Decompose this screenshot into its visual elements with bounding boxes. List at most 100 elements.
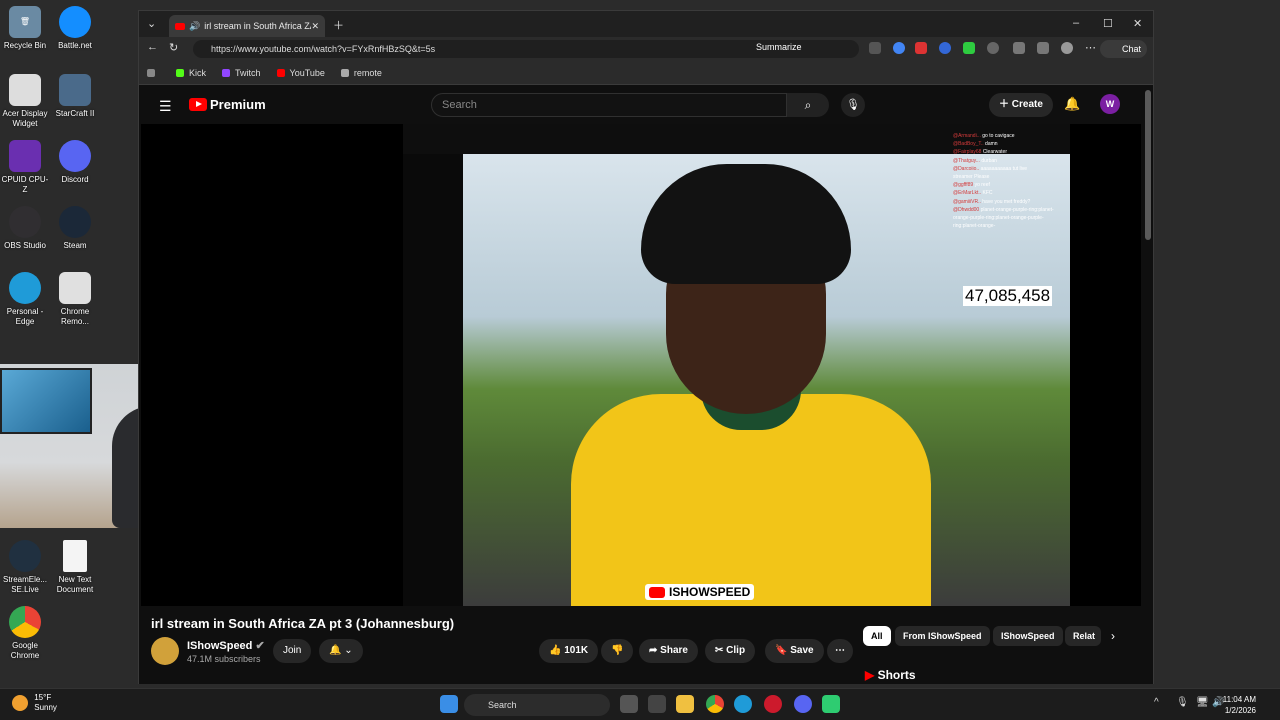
edge-icon bbox=[9, 272, 41, 304]
summarize-button[interactable]: Summarize bbox=[756, 42, 802, 52]
desktop-icon-label: Discord bbox=[61, 175, 89, 184]
minimize-icon[interactable]: – bbox=[1073, 17, 1079, 29]
weather-widget[interactable]: 15°F Sunny bbox=[12, 693, 57, 713]
chip-related[interactable]: Relat bbox=[1065, 626, 1101, 646]
chrome-icon[interactable] bbox=[706, 695, 724, 713]
extension-icon[interactable] bbox=[939, 42, 951, 54]
youtube-page: ☰ Premium Search ⌕ 🎙 ＋ Create 🔔 W @Arman… bbox=[139, 86, 1153, 684]
chip-ishowspeed[interactable]: IShowSpeed bbox=[993, 626, 1063, 646]
extension-icon[interactable] bbox=[963, 42, 975, 54]
task-view-icon[interactable] bbox=[620, 695, 638, 713]
extension-icon[interactable] bbox=[915, 42, 927, 54]
clip-button[interactable]: ✂ Clip bbox=[705, 639, 756, 663]
bookmarks-bar: Kick Twitch YouTube remote bbox=[139, 61, 1153, 85]
menu-icon[interactable]: ☰ bbox=[159, 98, 172, 115]
channel-avatar[interactable] bbox=[151, 637, 179, 665]
back-icon[interactable]: ← bbox=[147, 41, 158, 53]
extensions-puzzle-icon[interactable] bbox=[1013, 42, 1025, 54]
speaker-icon[interactable]: 🔊 bbox=[189, 21, 200, 32]
desktop-icon-chrome[interactable]: Google Chrome bbox=[0, 606, 50, 661]
desktop-icon-starcraft[interactable]: StarCraft II bbox=[50, 74, 100, 119]
chrome-remote-icon bbox=[59, 272, 91, 304]
shorts-heading: ▶ Shorts bbox=[865, 668, 916, 682]
taskbar: 15°F Sunny Search ^ 🎙 🖥 🔊 11:04 AM 1/2/2… bbox=[0, 688, 1280, 720]
desktop-icon-chrome-remote[interactable]: Chrome Remo... bbox=[50, 272, 100, 327]
chip-from-channel[interactable]: From IShowSpeed bbox=[895, 626, 990, 646]
chevron-right-icon[interactable]: › bbox=[1111, 629, 1115, 643]
desktop-icon-edge[interactable]: Personal - Edge bbox=[0, 272, 50, 327]
video-streamer bbox=[571, 164, 931, 606]
close-tab-icon[interactable]: ✕ bbox=[311, 21, 319, 32]
sun-icon bbox=[12, 695, 28, 711]
discord-icon bbox=[59, 140, 91, 172]
desktop-icon-battlenet[interactable]: Battle.net bbox=[50, 6, 100, 51]
chat-line: @ErMarLkt.. KFC bbox=[953, 190, 993, 197]
notifications-bell-icon[interactable]: 🔔 bbox=[1064, 96, 1080, 112]
youtube-play-icon bbox=[649, 586, 665, 598]
more-actions-button[interactable]: ⋯ bbox=[827, 639, 853, 663]
reload-icon[interactable]: ↻ bbox=[169, 41, 178, 54]
copilot-chat-button[interactable]: Chat bbox=[1099, 40, 1147, 58]
chat-line: @Darcoiio.. aaaaaaaaaaa tut live bbox=[953, 165, 1028, 172]
network-icon[interactable]: 🖥 bbox=[1196, 697, 1209, 708]
thumbs-down-icon: 👎 bbox=[611, 645, 624, 656]
join-button[interactable]: Join bbox=[273, 639, 312, 663]
favorites-icon[interactable] bbox=[1037, 42, 1049, 54]
bookmarks-icon[interactable] bbox=[147, 68, 160, 77]
subscription-bell-button[interactable]: 🔔 ⌄ bbox=[319, 639, 363, 663]
desktop-icon-label: OBS Studio bbox=[4, 241, 46, 250]
browser-tab[interactable]: 🔊 irl stream in South Africa ZA pt ✕ bbox=[169, 15, 325, 37]
create-button[interactable]: ＋ Create bbox=[989, 93, 1053, 117]
close-window-icon[interactable]: ✕ bbox=[1133, 17, 1142, 30]
bookmark-twitch[interactable]: Twitch bbox=[222, 68, 261, 78]
bookmark-kick[interactable]: Kick bbox=[176, 68, 206, 78]
desktop-icon-steam[interactable]: Steam bbox=[50, 206, 100, 251]
chat-line: @Thatguy... durban bbox=[953, 157, 997, 164]
extension-icon[interactable] bbox=[987, 42, 999, 54]
dislike-button[interactable]: 👎 bbox=[601, 639, 634, 663]
bookmark-youtube[interactable]: YouTube bbox=[276, 68, 325, 78]
bookmark-label: Twitch bbox=[235, 67, 261, 78]
extension-icon[interactable] bbox=[869, 42, 881, 54]
chevron-up-icon[interactable]: ^ bbox=[1154, 697, 1159, 708]
chip-all[interactable]: All bbox=[863, 626, 891, 646]
desktop-icon-obs[interactable]: OBS Studio bbox=[0, 206, 50, 251]
desktop-icon-label: Steam bbox=[63, 241, 87, 250]
taskbar-search[interactable]: Search bbox=[464, 694, 610, 716]
youtube-logo[interactable]: Premium bbox=[189, 97, 266, 112]
desktop-icon-streamelements[interactable]: StreamEle... SE.Live bbox=[0, 540, 50, 595]
desktop-icon-text-document[interactable]: New Text Document bbox=[50, 540, 100, 595]
tab-list-icon[interactable]: ⌄ bbox=[147, 17, 156, 30]
search-button[interactable]: ⌕ bbox=[787, 93, 829, 117]
extension-icon[interactable] bbox=[893, 42, 905, 54]
widgets-icon[interactable] bbox=[648, 695, 666, 713]
edge-icon[interactable] bbox=[734, 695, 752, 713]
app-icon[interactable] bbox=[822, 695, 840, 713]
desktop-icon-cpuz[interactable]: CPUID CPU-Z bbox=[0, 140, 50, 195]
profile-icon[interactable] bbox=[1061, 42, 1073, 54]
clock[interactable]: 11:04 AM 1/2/2026 bbox=[1223, 694, 1256, 716]
desktop-icon-discord[interactable]: Discord bbox=[50, 140, 100, 185]
video-player[interactable]: @Armandi... go to cavigace @BadBoy_T.. d… bbox=[141, 124, 1141, 606]
page-scrollbar[interactable] bbox=[1145, 90, 1151, 240]
desktop-icon-recycle-bin[interactable]: 🗑 Recycle Bin bbox=[0, 6, 50, 51]
youtube-header: ☰ Premium Search ⌕ 🎙 ＋ Create 🔔 W bbox=[139, 86, 1153, 124]
desktop-icon-acer-widget[interactable]: Acer Display Widget bbox=[0, 74, 50, 129]
like-button[interactable]: 👍 101K bbox=[539, 639, 599, 663]
opera-icon[interactable] bbox=[764, 695, 782, 713]
account-avatar[interactable]: W bbox=[1100, 94, 1120, 114]
new-tab-icon[interactable]: ＋ bbox=[333, 17, 344, 33]
voice-search-button[interactable]: 🎙 bbox=[841, 93, 865, 117]
bookmark-remote[interactable]: remote bbox=[340, 68, 382, 78]
channel-name[interactable]: IShowSpeed ✔ bbox=[187, 639, 265, 652]
start-windows-icon[interactable] bbox=[440, 695, 458, 713]
share-button[interactable]: ➦ Share bbox=[639, 639, 698, 663]
discord-icon[interactable] bbox=[794, 695, 812, 713]
mic-icon[interactable]: 🎙 bbox=[1176, 697, 1189, 708]
maximize-icon[interactable]: ☐ bbox=[1103, 17, 1113, 30]
search-input[interactable]: Search bbox=[431, 93, 787, 117]
file-explorer-icon[interactable] bbox=[676, 695, 694, 713]
more-menu-icon[interactable]: ⋯ bbox=[1085, 41, 1096, 54]
desktop-icon-label: StreamEle... SE.Live bbox=[2, 575, 47, 594]
save-button[interactable]: 🔖 Save bbox=[765, 639, 824, 663]
